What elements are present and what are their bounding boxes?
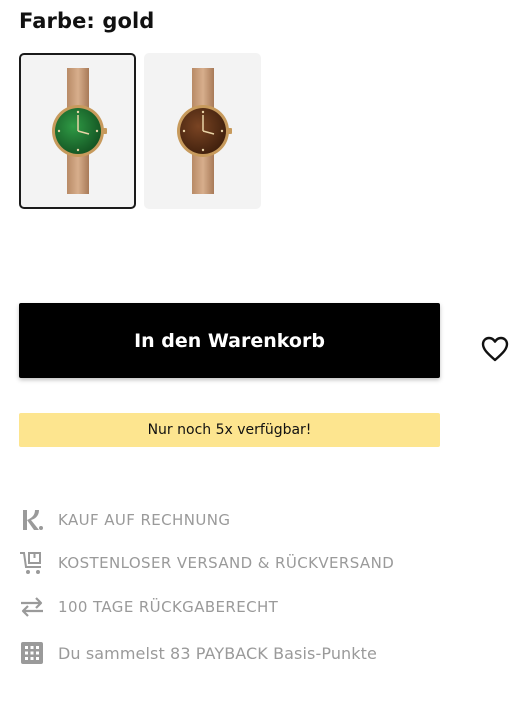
benefit-invoice-text: KAUF AUF RECHNUNG <box>58 511 231 529</box>
color-swatch-brown[interactable] <box>144 53 261 209</box>
watch-brown-dial-image <box>176 68 232 194</box>
color-label: Farbe: gold <box>19 9 155 33</box>
benefit-payback: Du sammelst 83 PAYBACK Basis-Punkte <box>19 640 377 666</box>
benefit-free-shipping-text: KOSTENLOSER VERSAND & RÜCKVERSAND <box>58 554 395 572</box>
benefit-free-shipping: KOSTENLOSER VERSAND & RÜCKVERSAND <box>19 550 394 576</box>
wishlist-heart-icon[interactable] <box>480 334 510 364</box>
color-swatch-green[interactable] <box>19 53 136 209</box>
stock-availability-badge: Nur noch 5x verfügbar! <box>19 413 440 447</box>
payback-icon <box>19 640 45 666</box>
benefit-invoice: KAUF AUF RECHNUNG <box>19 507 230 533</box>
shipping-cart-icon <box>19 550 45 576</box>
klarna-icon <box>19 507 45 533</box>
add-to-cart-button[interactable]: In den Warenkorb <box>19 303 440 378</box>
watch-green-dial-image <box>51 68 107 194</box>
benefit-payback-text: Du sammelst 83 PAYBACK Basis-Punkte <box>58 643 377 663</box>
return-arrows-icon <box>19 594 45 620</box>
benefit-returns: 100 TAGE RÜCKGABERECHT <box>19 594 278 620</box>
benefit-returns-text: 100 TAGE RÜCKGABERECHT <box>58 598 279 616</box>
